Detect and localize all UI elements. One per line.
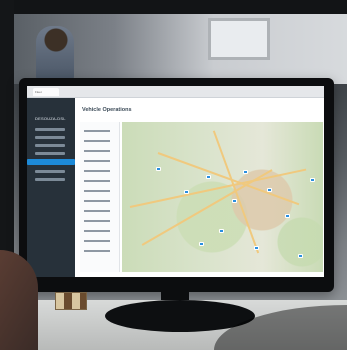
vehicle-marker[interactable]: [285, 214, 290, 218]
list-item[interactable]: [84, 200, 110, 202]
office-photo: Fleet DESOUZA-DSL Vehicle Operations: [0, 0, 347, 350]
browser-tab[interactable]: Fleet: [33, 88, 59, 96]
monitor-screen: Fleet DESOUZA-DSL Vehicle Operations: [27, 86, 324, 277]
vehicle-marker[interactable]: [254, 246, 259, 250]
list-item[interactable]: [84, 250, 110, 252]
list-item[interactable]: [84, 210, 110, 212]
sidebar-item-dashboard[interactable]: [35, 128, 65, 131]
vehicle-map[interactable]: [122, 122, 323, 272]
sidebar-item-vehicle-operations[interactable]: [27, 159, 75, 165]
dark-frame-top: [0, 0, 347, 14]
vehicle-marker[interactable]: [199, 242, 204, 246]
list-item[interactable]: [84, 220, 110, 222]
vehicle-marker[interactable]: [232, 199, 237, 203]
main-panel: Vehicle Operations: [75, 98, 324, 277]
list-item[interactable]: [84, 190, 110, 192]
vehicle-marker[interactable]: [243, 170, 248, 174]
list-item[interactable]: [84, 130, 110, 132]
list-item[interactable]: [84, 160, 110, 162]
background-person: [36, 26, 74, 84]
map-road: [213, 130, 260, 254]
sidebar-item-settings[interactable]: [35, 170, 65, 173]
vehicle-marker[interactable]: [184, 190, 189, 194]
computer-monitor: Fleet DESOUZA-DSL Vehicle Operations: [19, 78, 334, 292]
vehicle-marker[interactable]: [206, 175, 211, 179]
vehicle-marker[interactable]: [219, 229, 224, 233]
sidebar-item-drivers[interactable]: [35, 144, 65, 147]
page-title: Vehicle Operations: [82, 107, 132, 113]
browser-bar: Fleet: [27, 86, 324, 98]
office-window: [208, 18, 270, 60]
app-sidebar: DESOUZA-DSL: [27, 98, 75, 277]
sidebar-item-fleet[interactable]: [35, 136, 65, 139]
list-item[interactable]: [84, 180, 110, 182]
sidebar-item-help[interactable]: [35, 178, 65, 181]
list-item[interactable]: [84, 140, 110, 142]
list-item[interactable]: [84, 240, 110, 242]
vehicle-list: [80, 122, 120, 272]
list-item[interactable]: [84, 230, 110, 232]
vehicle-marker[interactable]: [267, 188, 272, 192]
brand-logo: DESOUZA-DSL: [35, 116, 66, 121]
vehicle-marker[interactable]: [298, 254, 303, 258]
list-item[interactable]: [84, 170, 110, 172]
sidebar-item-reports[interactable]: [35, 152, 65, 155]
vehicle-marker[interactable]: [310, 178, 315, 182]
wooden-cube: [55, 292, 87, 310]
list-item[interactable]: [84, 150, 110, 152]
vehicle-marker[interactable]: [156, 167, 161, 171]
